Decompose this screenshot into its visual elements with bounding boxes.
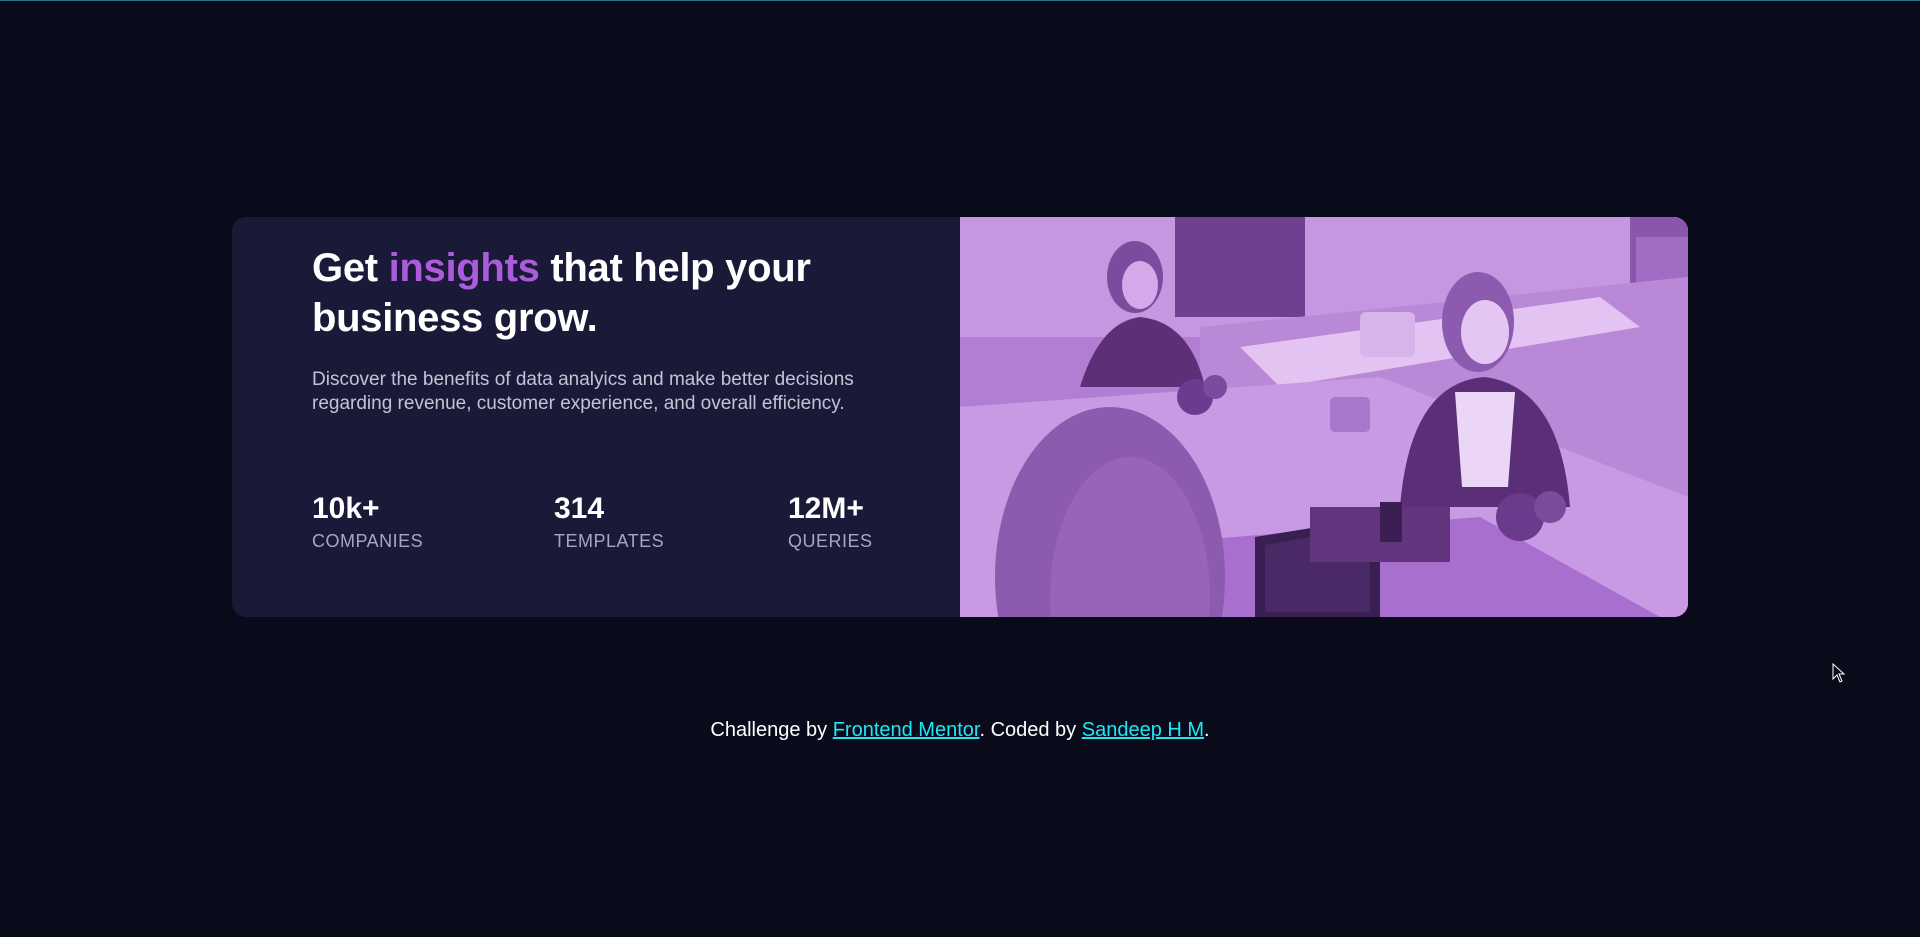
author-link[interactable]: Sandeep H M <box>1082 719 1204 741</box>
stat-templates: 314 TEMPLATES <box>554 492 664 552</box>
stats-row: 10k+ COMPANIES 314 TEMPLATES 12M+ QUERIE… <box>312 492 952 562</box>
attribution: Challenge by Frontend Mentor. Coded by S… <box>0 715 1920 745</box>
stat-queries: 12M+ QUERIES <box>788 492 873 552</box>
headline-start: Get <box>312 246 389 290</box>
top-border <box>0 0 1920 1</box>
stat-value: 12M+ <box>788 492 864 525</box>
frontend-mentor-link[interactable]: Frontend Mentor <box>833 719 980 741</box>
stat-label: QUERIES <box>788 531 873 551</box>
card-image-panel <box>960 217 1688 617</box>
attribution-suffix: . <box>1204 719 1210 741</box>
card-description: Discover the benefits of data analyics a… <box>312 369 854 414</box>
headline-accent: insights <box>388 246 540 290</box>
stat-value: 10k+ <box>312 492 380 525</box>
attribution-prefix: Challenge by <box>710 719 833 741</box>
office-photo-icon <box>960 217 1688 617</box>
stat-value: 314 <box>554 492 605 525</box>
stat-label: COMPANIES <box>312 531 424 551</box>
mouse-cursor-icon <box>1832 663 1846 683</box>
card-text-panel: Get insights that help your business gro… <box>232 217 960 617</box>
stats-preview-card: Get insights that help your business gro… <box>232 217 1688 617</box>
card-headline: Get insights that help your business gro… <box>312 243 920 343</box>
stat-label: TEMPLATES <box>554 531 665 551</box>
stat-companies: 10k+ COMPANIES <box>312 492 423 552</box>
attribution-middle: . Coded by <box>979 719 1082 741</box>
